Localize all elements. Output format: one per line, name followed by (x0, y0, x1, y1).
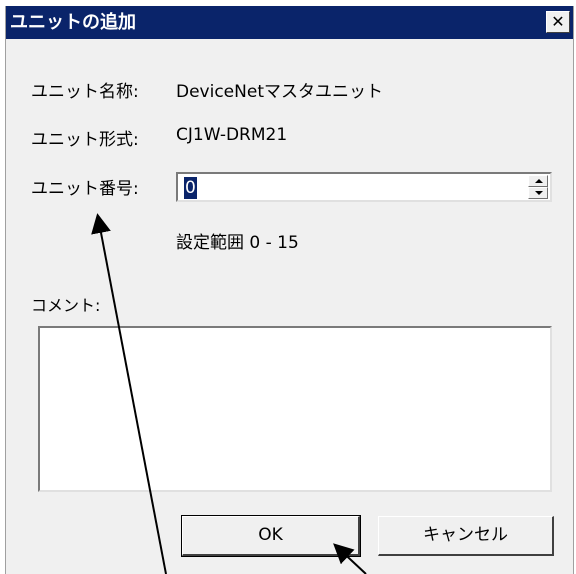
comment-label: コメント: (31, 296, 101, 315)
decrement-button[interactable] (528, 187, 548, 199)
unit-number-stepper[interactable]: 0 (176, 172, 552, 202)
title-bar: ユニットの追加 ✕ (6, 6, 573, 39)
stepper-arrows (528, 175, 548, 199)
unit-number-input[interactable]: 0 (184, 177, 197, 199)
close-button[interactable]: ✕ (546, 11, 570, 33)
dialog-title: ユニットの追加 (10, 12, 136, 33)
add-unit-dialog: ユニットの追加 ✕ ユニット名称: DeviceNetマスタユニット ユニット形… (5, 6, 574, 574)
close-icon: ✕ (551, 12, 565, 31)
unit-name-value: DeviceNetマスタユニット (176, 82, 383, 102)
unit-name-label: ユニット名称: (31, 82, 139, 102)
increment-button[interactable] (528, 175, 548, 187)
ok-button[interactable]: OK (181, 515, 361, 557)
chevron-up-icon (535, 179, 543, 183)
chevron-down-icon (535, 191, 543, 195)
comment-textarea[interactable] (38, 326, 552, 492)
unit-number-label: ユニット番号: (31, 179, 139, 199)
unit-type-label: ユニット形式: (31, 130, 139, 150)
unit-type-value: CJ1W-DRM21 (176, 125, 288, 145)
cancel-button[interactable]: キャンセル (378, 516, 554, 556)
range-text: 設定範囲 0 - 15 (176, 233, 299, 253)
